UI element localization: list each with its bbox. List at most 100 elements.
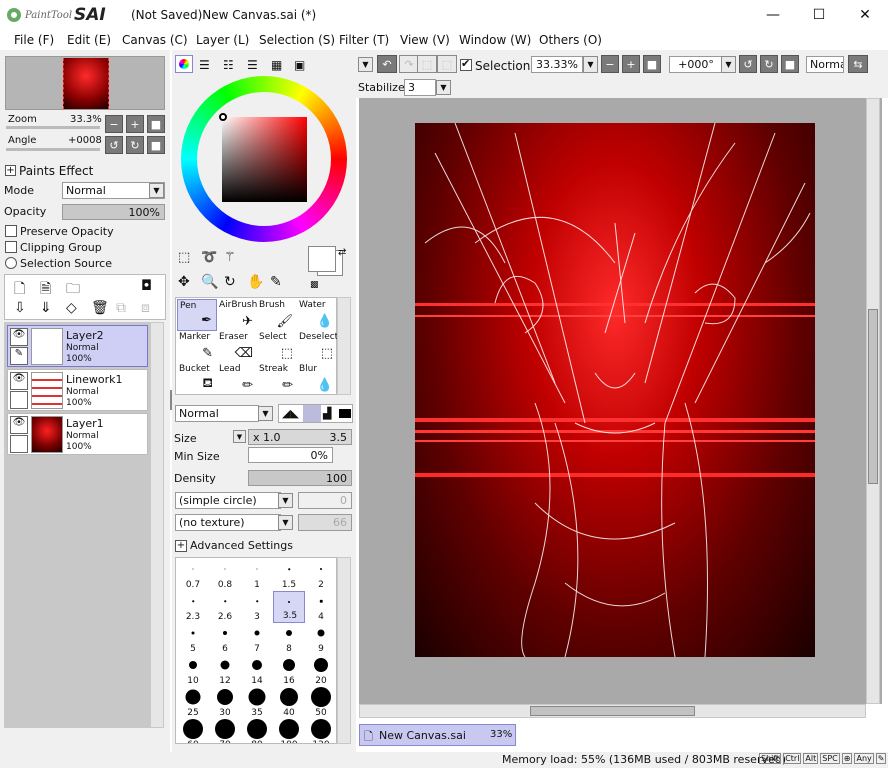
tool-blur[interactable]: Blur 💧 <box>297 363 337 395</box>
min-size-slider[interactable]: 0% <box>248 447 333 463</box>
saturation-value-square[interactable] <box>222 117 307 202</box>
delete-layer-icon[interactable]: 🗑 <box>91 300 109 316</box>
minimize-button[interactable]: — <box>750 0 796 30</box>
move-icon[interactable]: ✥ <box>178 274 190 290</box>
chevron-down-icon[interactable]: ▼ <box>436 80 451 95</box>
chevron-down-icon[interactable]: ▼ <box>278 493 293 508</box>
new-linework-layer-icon[interactable]: 🗎 <box>40 278 51 302</box>
stabilizer-field[interactable]: 3 <box>404 79 436 96</box>
new-layer-icon[interactable]: 🗋 <box>14 278 25 302</box>
toolbar-menu-button[interactable]: ▼ <box>358 57 373 72</box>
shape-strength-slider[interactable]: 0 <box>298 492 352 509</box>
brush-size-option[interactable]: 100 <box>273 719 305 743</box>
brush-size-option[interactable]: 1 <box>241 559 273 591</box>
brush-size-option[interactable]: 35 <box>241 687 273 719</box>
angle-slider[interactable] <box>6 148 100 151</box>
canvas-hscrollbar[interactable] <box>359 704 866 718</box>
zoom-reset-button[interactable]: ■ <box>147 115 165 133</box>
scratchpad-tab[interactable]: ▣ <box>294 58 305 72</box>
brush-size-option[interactable]: 3.5 <box>273 591 305 623</box>
swap-colors-icon[interactable]: ⇄ <box>338 247 346 258</box>
zoom-reset-button[interactable]: ■ <box>643 55 661 73</box>
angle-field[interactable]: +000° <box>669 56 723 73</box>
brush-size-option[interactable]: 120 <box>305 719 336 743</box>
panel-splitter[interactable] <box>170 390 172 410</box>
canvas-blend-field[interactable]: Normal <box>806 56 844 73</box>
brush-size-option[interactable]: 25 <box>177 687 209 719</box>
tool-eraser[interactable]: Eraser ⌫ <box>217 331 257 363</box>
tool-streak[interactable]: Streak ✏ <box>257 363 297 395</box>
brush-size-option[interactable]: 40 <box>273 687 305 719</box>
clear-layer-icon[interactable]: ◇ <box>66 300 77 316</box>
brush-shape-selector[interactable]: ◢◣ ▟ <box>278 404 353 423</box>
selection-checkbox[interactable]: ✔ <box>460 57 472 71</box>
rotate-left-button[interactable]: ↺ <box>105 136 123 154</box>
rotate-right-button[interactable]: ↻ <box>126 136 144 154</box>
navigator-preview[interactable] <box>5 56 165 110</box>
primary-color-swatch[interactable] <box>308 246 336 272</box>
chevron-down-icon[interactable]: ▼ <box>721 56 736 73</box>
brush-size-option[interactable]: 16 <box>273 655 305 687</box>
advanced-settings-label[interactable]: Advanced Settings <box>190 539 293 552</box>
brush-size-option[interactable]: 14 <box>241 655 273 687</box>
zoom-field[interactable]: 33.33% <box>531 56 583 73</box>
tool-marker[interactable]: Marker ✎ <box>177 331 217 363</box>
canvas-viewport[interactable] <box>359 98 882 718</box>
expand-paints-effect-icon[interactable]: + <box>5 165 16 176</box>
size-slider[interactable]: x 1.0 3.5 <box>248 429 352 445</box>
brush-size-option[interactable]: 30 <box>209 687 241 719</box>
undo-button[interactable]: ↶ <box>377 55 397 73</box>
chevron-down-icon[interactable]: ▼ <box>149 183 164 198</box>
blend-mode-select[interactable]: Normal <box>175 405 259 422</box>
menu-canvas[interactable]: Canvas (C) <box>122 33 188 47</box>
brush-size-option[interactable]: 50 <box>305 687 336 719</box>
selection-source-radio[interactable] <box>5 257 17 269</box>
brush-size-option[interactable]: 3 <box>241 591 273 623</box>
tool-select[interactable]: Select ⬚ <box>257 331 297 363</box>
brush-size-option[interactable]: 8 <box>273 623 305 655</box>
tool-lead[interactable]: Lead ✏ <box>217 363 257 395</box>
document-tab[interactable]: 🗋 New Canvas.sai 33% <box>359 724 516 746</box>
brush-size-option[interactable]: 2 <box>305 559 336 591</box>
brush-size-option[interactable]: 10 <box>177 655 209 687</box>
tool-scrollbar[interactable] <box>337 297 351 395</box>
rotate-left-button[interactable]: ↺ <box>739 55 757 73</box>
transparent-color-icon[interactable]: ▩ <box>310 280 319 290</box>
merge-visible-icon[interactable]: ⧈ <box>141 300 150 316</box>
apply-mask-icon[interactable]: ⧉ <box>116 300 126 316</box>
menu-view[interactable]: View (V) <box>400 33 450 47</box>
zoom-tool-icon[interactable]: 🔍 <box>201 274 218 290</box>
tool-water[interactable]: Water 💧 <box>297 299 337 331</box>
brush-size-option[interactable]: 7 <box>241 623 273 655</box>
zoom-in-button[interactable]: + <box>126 115 144 133</box>
zoom-out-button[interactable]: − <box>105 115 123 133</box>
brush-size-option[interactable]: 5 <box>177 623 209 655</box>
expand-advanced-icon[interactable]: + <box>175 540 187 552</box>
magic-wand-icon[interactable]: ⚚ <box>224 250 236 265</box>
lasso-icon[interactable]: ➰ <box>201 250 217 265</box>
tool-pen[interactable]: Pen ✒ <box>177 299 217 331</box>
density-slider[interactable]: 100 <box>248 470 352 486</box>
brush-size-option[interactable]: 70 <box>209 719 241 743</box>
opacity-slider[interactable]: 100% <box>62 204 165 220</box>
rgb-slider-tab[interactable]: ☰ <box>199 58 210 72</box>
tool-deselect[interactable]: Deselect ⬚ <box>297 331 338 363</box>
menu-others[interactable]: Others (O) <box>539 33 602 47</box>
hsv-slider-tab[interactable]: ☷ <box>223 58 234 72</box>
swatches-tab[interactable]: ☰ <box>247 58 258 72</box>
merge-down-icon[interactable]: ⇓ <box>40 300 52 316</box>
tool-brush[interactable]: Brush 🖌 <box>257 299 297 331</box>
new-folder-icon[interactable]: 🗀 <box>66 278 80 302</box>
menu-edit[interactable]: Edit (E) <box>67 33 111 47</box>
layer-item[interactable]: 👁 Linework1 Normal 100% <box>7 369 148 411</box>
menu-filter[interactable]: Filter (T) <box>339 33 389 47</box>
close-button[interactable]: ✕ <box>842 0 888 30</box>
flip-canvas-button[interactable]: ⇆ <box>848 55 868 73</box>
eye-icon[interactable]: 👁 <box>10 416 28 434</box>
artwork-canvas[interactable] <box>415 123 815 657</box>
zoom-out-button[interactable]: − <box>601 55 619 73</box>
brush-size-option[interactable]: 0.8 <box>209 559 241 591</box>
chevron-down-icon[interactable]: ▼ <box>278 515 293 530</box>
chevron-down-icon[interactable]: ▼ <box>258 406 273 421</box>
color-wheel-tab[interactable] <box>175 55 193 73</box>
